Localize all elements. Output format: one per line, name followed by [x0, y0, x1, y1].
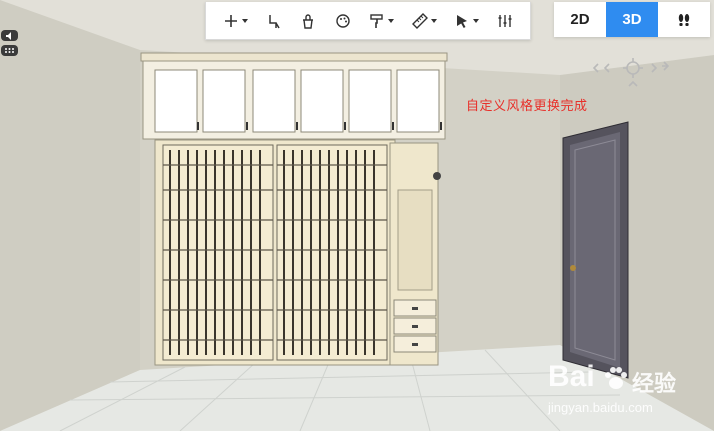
add-button[interactable] [219, 8, 251, 34]
adjust-button[interactable] [493, 8, 517, 34]
view-mode-toggle: 2D 3D [554, 2, 710, 37]
wall-tool-icon [269, 14, 280, 28]
grid-menu-button[interactable] [1, 45, 18, 56]
measure-button[interactable] [408, 8, 440, 34]
view-2d-button[interactable]: 2D [554, 2, 606, 37]
chevron-down-icon [430, 18, 437, 23]
paint-button[interactable] [365, 8, 397, 34]
watermark-url: jingyan.baidu.com [548, 400, 653, 415]
bucket-icon [303, 13, 314, 29]
walk-footprints-icon [678, 13, 690, 26]
material-button[interactable] [296, 8, 320, 34]
center-view-icon [626, 61, 640, 75]
pan-right-icon [651, 63, 658, 73]
view-3d-button[interactable]: 3D [606, 2, 658, 37]
sliders-icon [498, 14, 512, 27]
chevron-down-icon [242, 18, 249, 23]
style-change-notification: 自定义风格更换完成 [466, 99, 588, 114]
walkthrough-button[interactable] [658, 2, 710, 37]
pan-left-icon [603, 63, 610, 73]
watermark-suffix: 经验 [632, 371, 677, 396]
pan-up-icon [628, 80, 638, 87]
palette-button[interactable] [331, 8, 355, 34]
rotate-left-icon [592, 63, 599, 73]
plus-icon [225, 14, 238, 27]
watermark-brand: Bai [548, 360, 595, 393]
palette-icon [336, 13, 350, 28]
select-button[interactable] [450, 8, 482, 34]
paint-roller-icon [370, 13, 383, 28]
cursor-icon [457, 14, 468, 28]
camera-navigation-control[interactable] [592, 58, 682, 98]
paw-logo-icon [605, 367, 627, 389]
rotate-right-icon [662, 61, 670, 71]
main-toolbar [205, 2, 531, 40]
draw-wall-button[interactable] [262, 8, 286, 34]
sound-toggle-button[interactable] [1, 30, 18, 41]
ruler-icon [411, 12, 428, 29]
chevron-down-icon [388, 18, 395, 23]
speaker-icon [5, 31, 11, 40]
chevron-down-icon [473, 18, 480, 23]
grid-dots-icon [5, 48, 14, 53]
baidu-watermark: Bai 经验 jingyan.baidu.com [546, 352, 714, 431]
